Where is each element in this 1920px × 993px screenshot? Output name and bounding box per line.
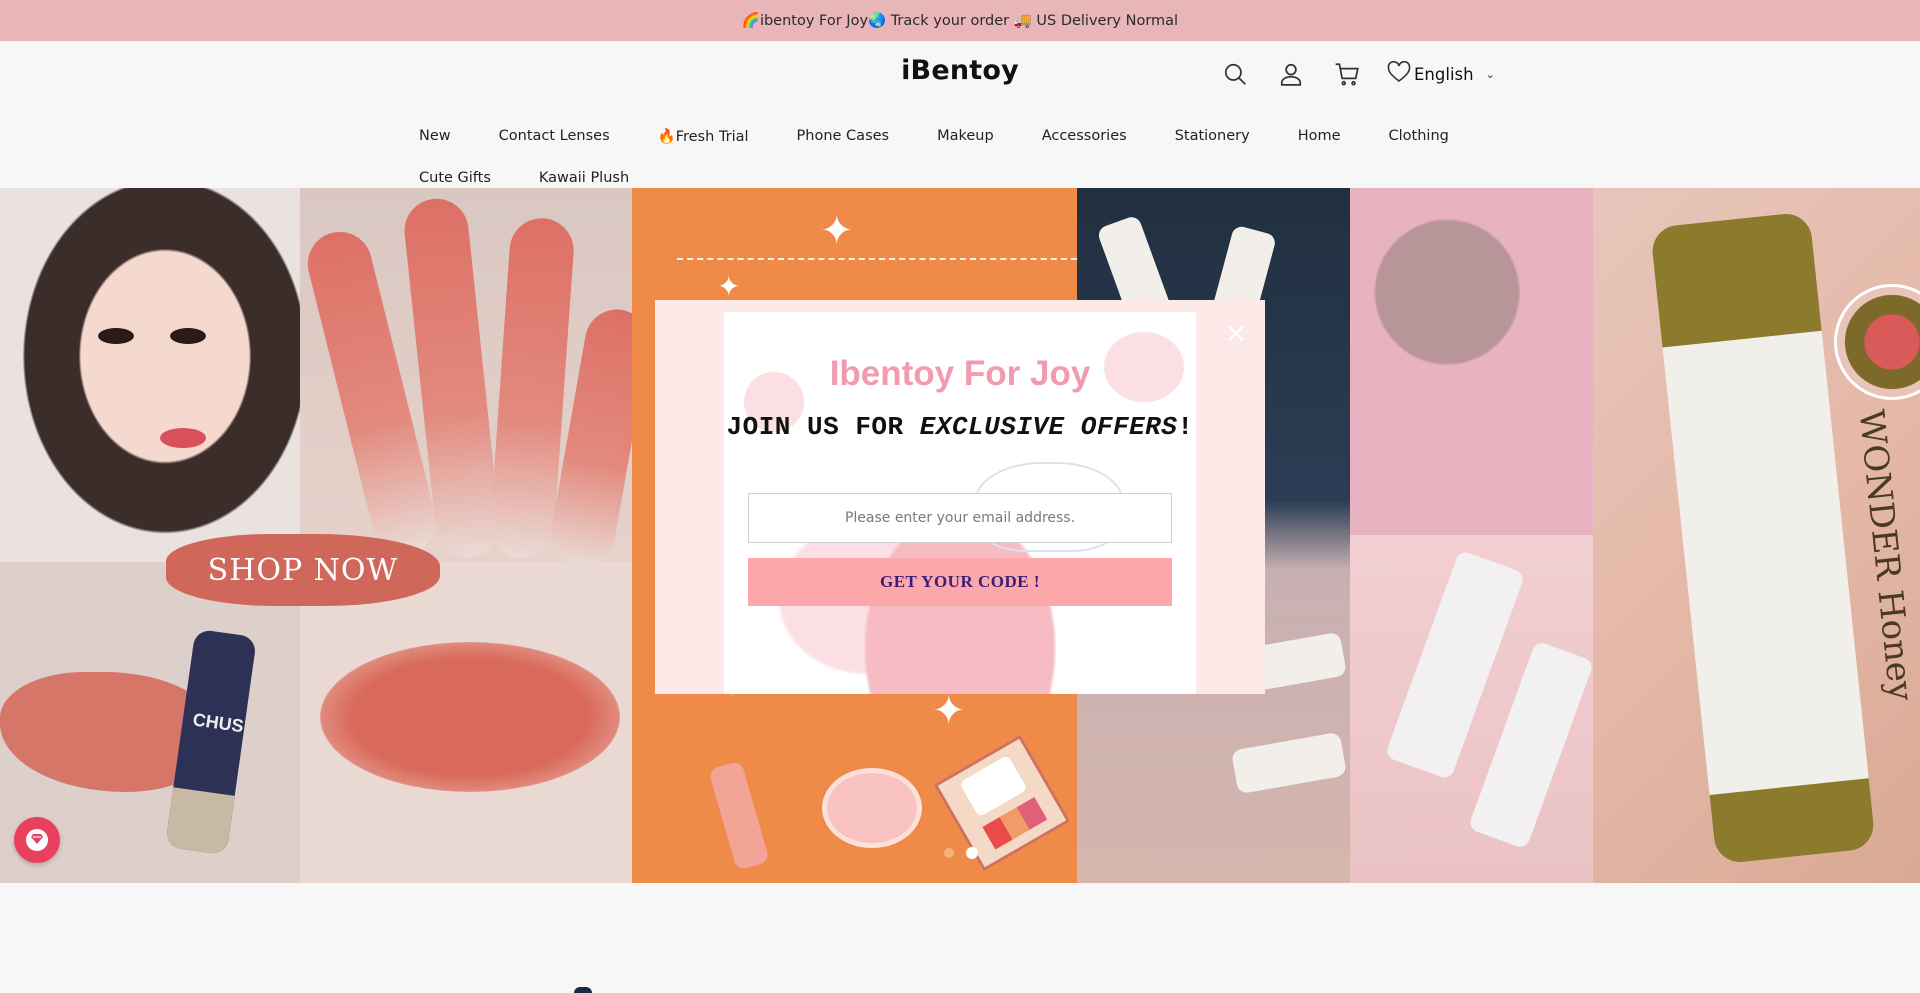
main-nav: New Contact Lenses 🔥Fresh Trial Phone Ca… [419, 115, 1519, 199]
get-code-button[interactable]: GET YOUR CODE ! [748, 558, 1172, 606]
honey-tube: WONDER Honey [1649, 211, 1920, 865]
slide-dot-2[interactable] [966, 847, 978, 859]
announcement-text: 🌈ibentoy For Joy🌏 Track your order 🚚 US … [741, 13, 1179, 29]
nav-item-contact-lenses[interactable]: Contact Lenses [499, 128, 610, 144]
lipstick-tube: CHUS [164, 628, 258, 856]
account-icon[interactable] [1276, 59, 1306, 89]
email-field[interactable] [748, 493, 1172, 543]
nav-item-phone-cases[interactable]: Phone Cases [797, 128, 890, 144]
chevron-down-icon[interactable]: ⌄ [1486, 68, 1495, 81]
face-lips [160, 428, 206, 448]
sparkle-icon: ✦ [820, 208, 854, 254]
honey-cap [1649, 211, 1822, 348]
nav-item-makeup[interactable]: Makeup [937, 128, 994, 144]
dashed-line [677, 258, 1077, 260]
popup-subtitle-prefix: JOIN US FOR [726, 412, 920, 442]
announcement-bar: 🌈ibentoy For Joy🌏 Track your order 🚚 US … [0, 0, 1920, 41]
language-selector[interactable]: English ⌄ [1387, 60, 1495, 87]
nav-item-accessories[interactable]: Accessories [1042, 128, 1127, 144]
honey-lipstick-image: WONDER Honey [1593, 188, 1920, 883]
search-icon[interactable] [1220, 59, 1250, 89]
popup-subtitle-suffix: ! [1177, 412, 1194, 442]
tube-brand: CHUS [191, 709, 245, 737]
hand-bottles-image [1350, 535, 1593, 883]
slider-dots [944, 847, 990, 859]
lipgloss-illustration [708, 760, 770, 871]
zoom-circle [1834, 284, 1920, 400]
close-icon[interactable]: × [1223, 319, 1249, 347]
finger-swatch-image [300, 188, 632, 562]
face-eye-right [170, 328, 206, 344]
nav-item-stationery[interactable]: Stationery [1175, 128, 1250, 144]
lips-closeup-image [300, 562, 632, 883]
nav-item-kawaii-plush[interactable]: Kawaii Plush [539, 170, 629, 186]
section-marker [574, 987, 592, 993]
face-eye-left [98, 328, 134, 344]
gift-button[interactable] [14, 817, 60, 863]
newsletter-popup: × Ibentoy For Joy JOIN US FOR EXCLUSIVE … [655, 300, 1265, 694]
slide-dot-1[interactable] [944, 848, 954, 858]
shop-now-button[interactable]: SHOP NOW [166, 534, 440, 606]
site-logo[interactable]: iBentoy [0, 55, 1920, 86]
nav-item-clothing[interactable]: Clothing [1389, 128, 1449, 144]
hero-banner[interactable]: CHUS SHOP NOW ✦ ✦ ✦ ✦ WONDER Honey [0, 188, 1920, 883]
sparkle-icon: ✦ [717, 270, 741, 303]
heart-icon[interactable] [1387, 60, 1414, 87]
popup-subtitle-emphasis: EXCLUSIVE OFFERS [919, 412, 1178, 442]
lip-shape [320, 642, 620, 792]
header-actions: English ⌄ [1220, 59, 1495, 89]
blush-pot-illustration [822, 768, 922, 848]
tube-cap [164, 787, 235, 856]
nav-item-home[interactable]: Home [1298, 128, 1341, 144]
model-face-image [0, 188, 300, 562]
logo-text[interactable]: iBentoy [901, 55, 1019, 86]
language-label[interactable]: English [1414, 65, 1474, 84]
gift-icon [26, 829, 48, 851]
nav-item-fresh-trial[interactable]: 🔥Fresh Trial [658, 128, 749, 145]
bottle [1231, 731, 1347, 795]
nav-row-1: New Contact Lenses 🔥Fresh Trial Phone Ca… [419, 115, 1519, 157]
glitter-bottle-image [1350, 188, 1593, 535]
popup-title: Ibentoy For Joy [829, 354, 1091, 393]
nav-item-new[interactable]: New [419, 128, 451, 144]
nav-item-cute-gifts[interactable]: Cute Gifts [419, 170, 491, 186]
sparkle-icon: ✦ [932, 688, 966, 734]
site-header: iBentoy English ⌄ New Contact Lenses 🔥Fr… [0, 41, 1920, 188]
content-section [0, 883, 1920, 993]
popup-subtitle: JOIN US FOR EXCLUSIVE OFFERS! [655, 412, 1265, 442]
honey-label: WONDER Honey [1850, 407, 1920, 703]
cart-icon[interactable] [1332, 59, 1362, 89]
honey-base [1709, 778, 1877, 865]
shop-now-label[interactable]: SHOP NOW [208, 553, 399, 588]
